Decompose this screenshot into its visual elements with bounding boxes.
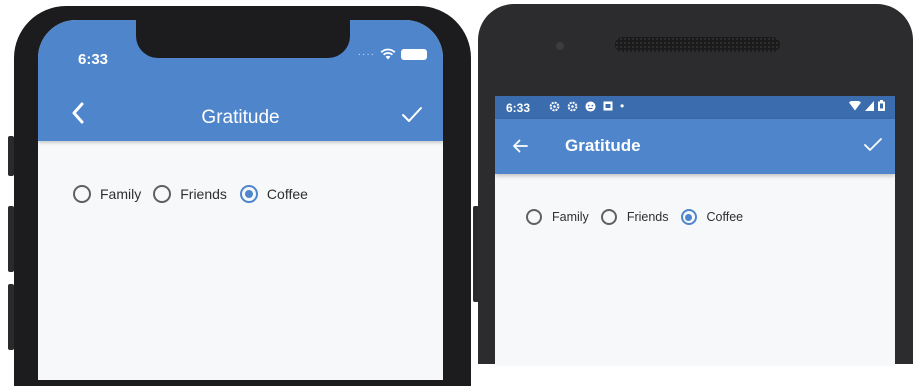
android-status-time: 6:33: [506, 101, 531, 115]
more-dot-icon: •: [620, 99, 625, 113]
radio-option-family[interactable]: Family: [526, 209, 601, 225]
radio-label: Coffee: [266, 186, 308, 202]
battery-icon: [878, 100, 885, 111]
ios-status-time: 6:33: [78, 51, 109, 68]
device-notch: [136, 20, 350, 58]
radio-option-coffee[interactable]: Coffee: [239, 185, 321, 203]
check-icon[interactable]: [863, 137, 883, 153]
earpiece-speaker: [615, 37, 780, 52]
radio-option-friends[interactable]: Friends: [600, 209, 681, 225]
cell-signal-icon: [865, 100, 874, 111]
ios-app-bar: 6:33 ···· Gratitude: [38, 20, 443, 141]
android-system-icons: [849, 100, 885, 111]
android-app-bar: Gratitude: [495, 119, 895, 174]
settings-icon: [549, 101, 560, 111]
radio-label: Friends: [626, 210, 669, 224]
radio-button[interactable]: [526, 209, 542, 225]
side-button: [8, 136, 14, 176]
radio-label: Coffee: [706, 210, 744, 224]
face-icon: [585, 100, 596, 112]
android-device-frame: 6:33 • Gratitude Family Friends Coffee: [478, 4, 913, 366]
radio-button-selected[interactable]: [680, 209, 697, 225]
radio-option-coffee[interactable]: Coffee: [680, 209, 756, 225]
radio-label: Friends: [180, 186, 227, 202]
notification-icons: •: [549, 99, 624, 113]
android-status-bar: 6:33 •: [495, 96, 895, 119]
radio-button[interactable]: [153, 185, 172, 203]
radio-group: Family Friends Coffee: [73, 185, 321, 203]
radio-label: Family: [552, 210, 589, 224]
page-title: Gratitude: [565, 136, 641, 155]
page-title: Gratitude: [201, 107, 280, 128]
ios-screen: 6:33 ···· Gratitude Family Friends Coffe…: [38, 20, 443, 380]
radio-group: Family Friends Coffee: [526, 209, 755, 225]
radio-button[interactable]: [600, 209, 617, 225]
settings-icon: [567, 101, 578, 111]
volume-down-button: [8, 284, 14, 350]
volume-up-button: [8, 206, 14, 272]
radio-button[interactable]: [73, 185, 91, 203]
front-camera: [556, 42, 564, 50]
arrow-left-icon[interactable]: [512, 138, 528, 154]
radio-option-friends[interactable]: Friends: [153, 185, 240, 203]
check-icon[interactable]: [401, 106, 423, 124]
radio-label: Family: [100, 186, 142, 202]
signal-dots-icon: ····: [357, 48, 375, 60]
wifi-icon: [849, 100, 861, 110]
ios-status-icons: ····: [358, 48, 427, 60]
radio-button-selected[interactable]: [239, 185, 258, 203]
battery-icon: [401, 48, 427, 60]
radio-option-family[interactable]: Family: [73, 185, 153, 203]
iphone-device-frame: 6:33 ···· Gratitude Family Friends Coffe…: [8, 6, 479, 386]
image-icon: [603, 101, 613, 111]
wifi-icon: [380, 48, 396, 60]
android-screen: 6:33 • Gratitude Family Friends Coffee: [495, 96, 895, 366]
